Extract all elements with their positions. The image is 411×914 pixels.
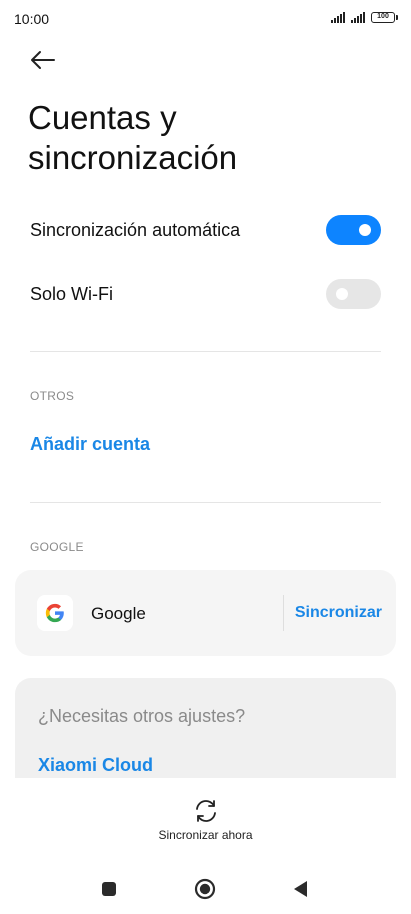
signal-icon — [331, 11, 345, 23]
recents-button[interactable] — [98, 878, 120, 900]
system-back-button[interactable] — [290, 878, 312, 900]
auto-sync-label: Sincronización automática — [30, 219, 241, 240]
status-icons: 100 — [331, 11, 398, 23]
switch-knob — [359, 224, 371, 236]
wifi-only-row[interactable]: Solo Wi-Fi — [30, 274, 381, 314]
back-button[interactable] — [28, 46, 58, 74]
sync-now-button[interactable]: Sincronizar ahora — [0, 798, 411, 842]
more-settings-card: ¿Necesitas otros ajustes? Xiaomi Cloud — [15, 678, 396, 778]
divider — [30, 502, 381, 503]
card-separator — [283, 595, 284, 631]
circle-icon — [194, 878, 216, 900]
auto-sync-row[interactable]: Sincronización automática — [30, 210, 381, 250]
wifi-only-label: Solo Wi-Fi — [30, 283, 114, 304]
sync-icon — [195, 800, 216, 822]
more-settings-question: ¿Necesitas otros ajustes? — [38, 706, 246, 726]
sync-button[interactable]: Sincronizar — [295, 604, 382, 622]
section-header-otros: OTROS — [30, 389, 75, 403]
section-header-google: GOOGLE — [30, 540, 84, 554]
navigation-bar — [0, 870, 411, 906]
battery-icon: 100 — [371, 12, 398, 23]
wifi-only-switch[interactable] — [326, 279, 381, 309]
status-time: 10:00 — [14, 11, 50, 27]
page-title: Cuentas y sincronización — [28, 99, 238, 176]
square-icon — [102, 882, 116, 896]
signal-icon-2 — [351, 11, 365, 23]
status-bar: 10:00 100 — [0, 0, 411, 38]
home-button[interactable] — [194, 878, 216, 900]
xiaomi-cloud-link[interactable]: Xiaomi Cloud — [38, 755, 153, 776]
divider — [30, 351, 381, 352]
sync-now-label: Sincronizar ahora — [158, 828, 253, 842]
google-account-card[interactable]: Google Sincronizar — [15, 570, 396, 656]
google-account-name: Google — [91, 604, 146, 623]
triangle-back-icon — [294, 881, 307, 897]
arrow-left-icon — [31, 51, 55, 69]
switch-knob — [336, 288, 348, 300]
google-logo-icon — [37, 595, 73, 631]
auto-sync-switch[interactable] — [326, 215, 381, 245]
add-account-link[interactable]: Añadir cuenta — [30, 434, 150, 455]
